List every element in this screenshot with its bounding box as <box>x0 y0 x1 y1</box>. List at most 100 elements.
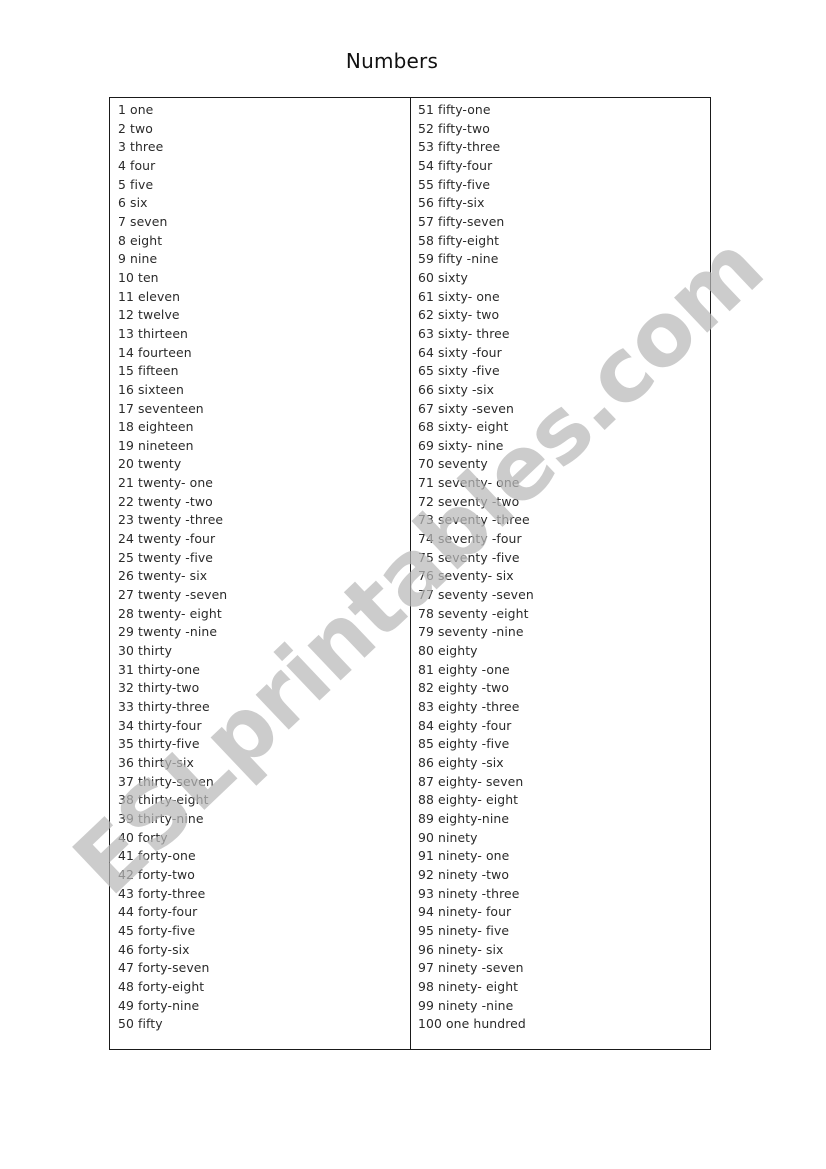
number-row: 41 forty-one <box>118 848 196 864</box>
number-row: 50 fifty <box>118 1016 163 1032</box>
number-row: 35 thirty-five <box>118 736 200 752</box>
number-row: 34 thirty-four <box>118 717 202 733</box>
number-row: 45 forty-five <box>118 922 196 938</box>
number-row: 88 eighty- eight <box>418 792 519 808</box>
number-row: 23 twenty -three <box>118 512 224 528</box>
number-row: 44 forty-four <box>118 904 198 920</box>
number-row: 68 sixty- eight <box>418 419 509 435</box>
page-title: Numbers <box>345 49 439 73</box>
number-row: 82 eighty -two <box>418 680 510 696</box>
number-row: 71 seventy- one <box>418 475 520 491</box>
number-row: 78 seventy -eight <box>418 605 529 621</box>
number-row: 53 fifty-three <box>418 139 501 155</box>
number-row: 58 fifty-eight <box>418 232 500 248</box>
number-row: 75 seventy -five <box>418 549 520 565</box>
number-row: 38 thirty-eight <box>118 792 209 808</box>
number-row: 84 eighty -four <box>418 717 512 733</box>
number-row: 95 ninety- five <box>418 922 510 938</box>
number-row: 5 five <box>118 176 154 192</box>
number-row: 43 forty-three <box>118 885 206 901</box>
number-row: 80 eighty <box>418 643 478 659</box>
number-row: 51 fifty-one <box>418 102 491 117</box>
number-row: 49 forty-nine <box>118 997 200 1013</box>
number-row: 100 one hundred <box>418 1016 526 1032</box>
number-row: 96 ninety- six <box>418 941 504 957</box>
number-row: 39 thirty-nine <box>118 810 204 826</box>
number-row: 73 seventy -three <box>418 512 530 528</box>
number-row: 90 ninety <box>418 829 478 845</box>
number-row: 76 seventy- six <box>418 568 514 584</box>
number-row: 36 thirty-six <box>118 754 194 770</box>
number-row: 60 sixty <box>418 269 468 285</box>
number-row: 67 sixty -seven <box>418 400 514 416</box>
number-row: 7 seven <box>118 213 168 229</box>
number-row: 29 twenty -nine <box>118 624 218 640</box>
number-row: 17 seventeen <box>118 400 204 416</box>
number-row: 94 ninety- four <box>418 904 512 920</box>
number-row: 77 seventy -seven <box>418 587 534 603</box>
number-row: 97 ninety -seven <box>418 960 524 976</box>
number-row: 74 seventy -four <box>418 531 522 547</box>
number-row: 99 ninety -nine <box>418 997 514 1013</box>
number-row: 79 seventy -nine <box>418 624 524 640</box>
number-row: 27 twenty -seven <box>118 587 228 603</box>
number-row: 72 seventy -two <box>418 493 520 509</box>
number-row: 66 sixty -six <box>418 381 495 397</box>
number-row: 55 fifty-five <box>418 176 491 192</box>
number-row: 30 thirty <box>118 643 173 659</box>
number-row: 1 one <box>118 102 154 117</box>
number-row: 9 nine <box>118 251 158 267</box>
number-row: 21 twenty- one <box>118 475 214 491</box>
number-row: 3 three <box>118 139 164 155</box>
number-row: 56 fifty-six <box>418 195 485 211</box>
number-row: 85 eighty -five <box>418 736 510 752</box>
number-row: 4 four <box>118 157 156 173</box>
number-row: 6 six <box>118 195 148 211</box>
numbers-table: 1 one 2 two 3 three 4 four 5 five 6 six 7 seve… <box>109 97 711 1050</box>
number-row: 25 twenty -five <box>118 549 214 565</box>
number-row: 40 forty <box>118 829 168 845</box>
number-row: 33 thirty-three <box>118 699 210 714</box>
right-column: 51 fifty-one 52 fifty-two 53 fifty-three 54… <box>411 98 710 1049</box>
number-row: 93 ninety -three <box>418 885 520 901</box>
number-row: 89 eighty-nine <box>418 810 510 826</box>
number-row: 65 sixty -five <box>418 363 500 379</box>
number-row: 20 twenty <box>118 456 182 472</box>
number-row: 91 ninety- one <box>418 848 510 864</box>
number-row: 70 seventy <box>418 456 488 472</box>
number-row: 32 thirty-two <box>118 680 200 696</box>
number-row: 8 eight <box>118 232 163 248</box>
number-row: 26 twenty- six <box>118 568 208 584</box>
number-row: 98 ninety- eight <box>418 978 519 994</box>
number-row: 69 sixty- nine <box>418 437 504 453</box>
number-row: 83 eighty -three <box>418 699 520 714</box>
number-row: 59 fifty -nine <box>418 251 499 267</box>
number-row: 16 sixteen <box>118 381 184 397</box>
number-row: 92 ninety -two <box>418 866 510 882</box>
number-row: 19 nineteen <box>118 437 194 453</box>
number-row: 42 forty-two <box>118 866 195 882</box>
number-row: 11 eleven <box>118 288 181 304</box>
number-row: 86 eighty -six <box>418 754 504 770</box>
number-row: 46 forty-six <box>118 941 190 957</box>
number-row: 52 fifty-two <box>418 120 490 136</box>
left-column: 1 one 2 two 3 three 4 four 5 five 6 six 7 seve… <box>110 98 411 1049</box>
number-row: 81 eighty -one <box>418 661 510 677</box>
number-row: 64 sixty -four <box>418 344 502 360</box>
number-row: 57 fifty-seven <box>418 213 505 229</box>
number-row: 22 twenty -two <box>118 493 213 509</box>
number-row: 18 eighteen <box>118 419 194 435</box>
number-row: 14 fourteen <box>118 344 192 360</box>
number-row: 24 twenty -four <box>118 531 216 547</box>
number-row: 13 thirteen <box>118 325 189 341</box>
number-row: 48 forty-eight <box>118 978 205 994</box>
number-row: 61 sixty- one <box>418 288 500 304</box>
number-row: 12 twelve <box>118 307 180 323</box>
number-row: 62 sixty- two <box>418 307 500 323</box>
number-row: 54 fifty-four <box>418 157 493 173</box>
number-row: 28 twenty- eight <box>118 605 222 621</box>
number-row: 15 fifteen <box>118 363 179 379</box>
number-row: 37 thirty-seven <box>118 773 214 789</box>
number-row: 47 forty-seven <box>118 960 210 976</box>
number-row: 2 two <box>118 120 153 136</box>
